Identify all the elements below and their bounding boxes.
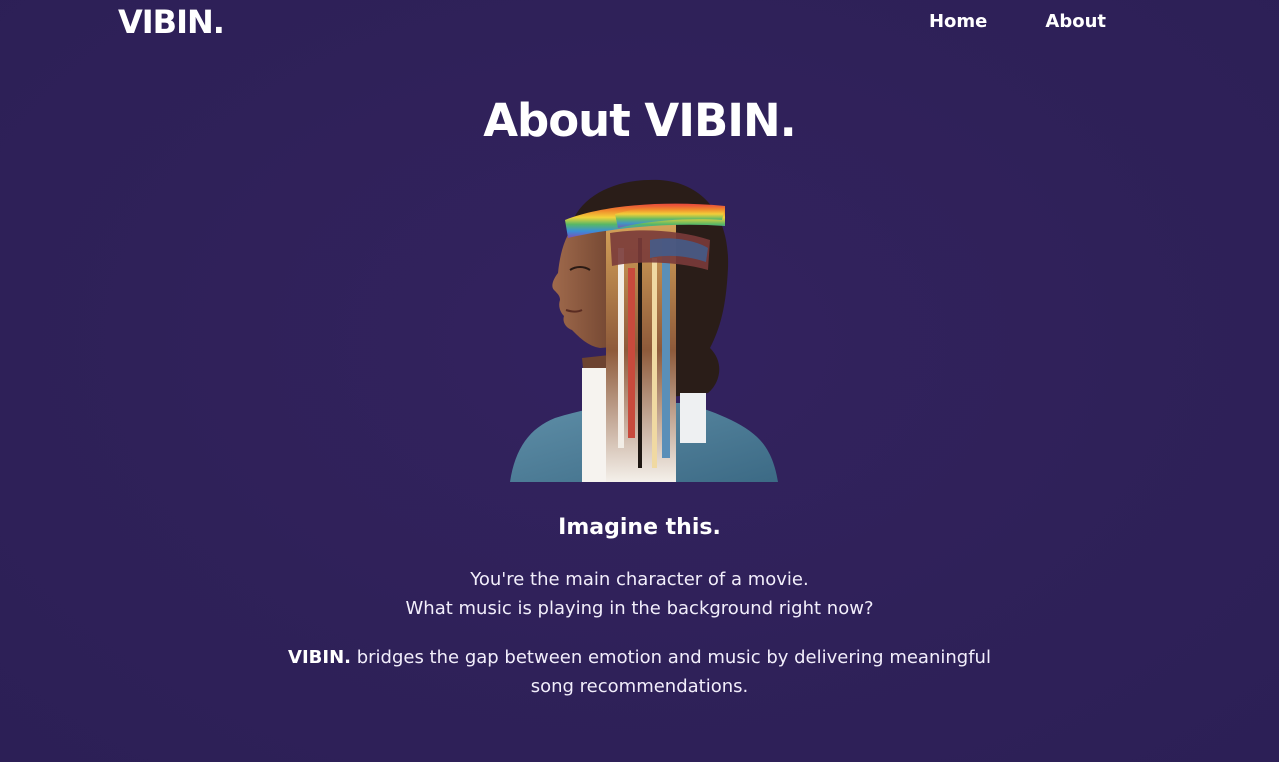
intro-line-1: You're the main character of a movie. [470, 569, 809, 590]
nav-link-home[interactable]: Home [929, 10, 987, 34]
site-logo[interactable]: VIBIN. [118, 3, 225, 41]
page-title: About VIBIN. [483, 94, 797, 147]
brand-name: VIBIN. [288, 647, 351, 668]
description-text: bridges the gap between emotion and musi… [350, 647, 991, 697]
description-paragraph: VIBIN. bridges the gap between emotion a… [0, 643, 1279, 701]
site-header: VIBIN. Home About [0, 0, 1279, 46]
description-wrapper: VIBIN. bridges the gap between emotion a… [270, 643, 1010, 701]
intro-paragraph: You're the main character of a movie. Wh… [0, 565, 1279, 623]
section-subheading: Imagine this. [558, 515, 721, 540]
main-nav: Home About [871, 10, 1106, 34]
intro-line-2: What music is playing in the background … [405, 598, 874, 619]
about-page: VIBIN. Home About About VIBIN. Imagine t… [0, 0, 1279, 762]
hero-collage-image [510, 179, 778, 482]
nav-link-about[interactable]: About [1045, 10, 1106, 34]
